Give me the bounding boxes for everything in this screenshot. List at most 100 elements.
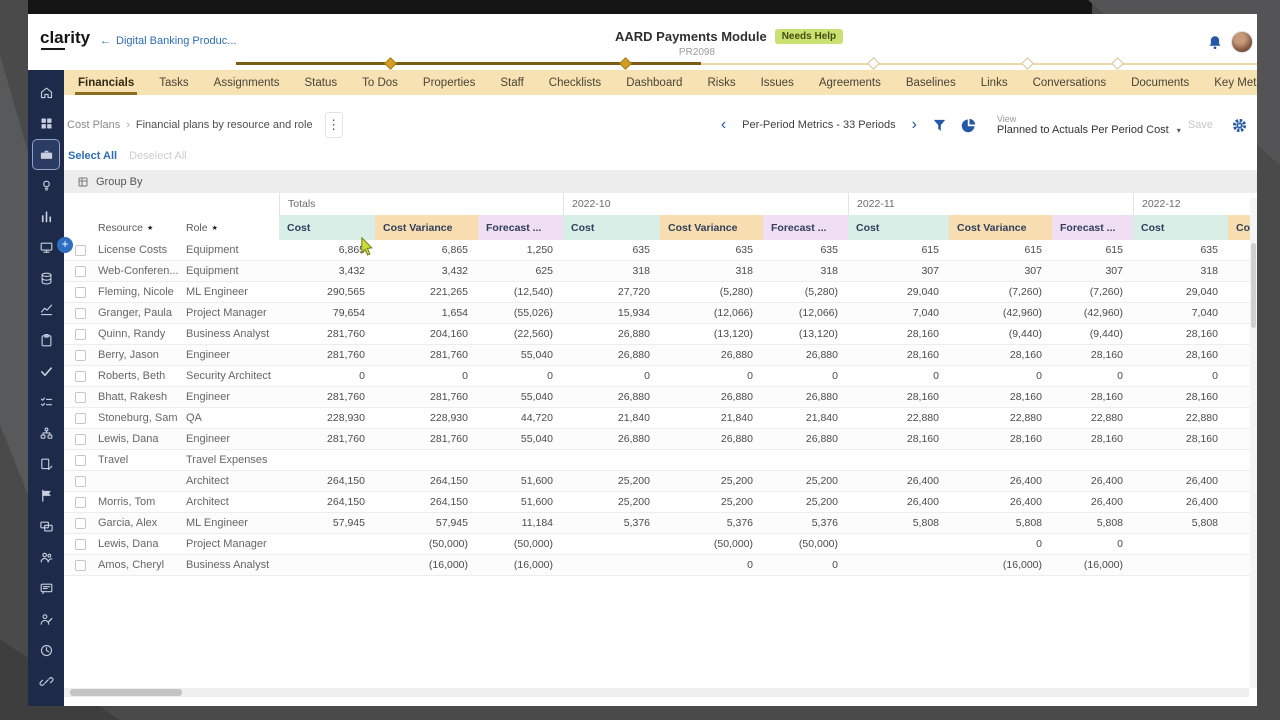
cell-value[interactable]: 5,376: [763, 513, 848, 533]
column-header-role[interactable]: Role★: [178, 215, 279, 240]
cell-value[interactable]: 307: [848, 261, 949, 281]
cell-value[interactable]: 25,200: [563, 471, 660, 491]
row-checkbox[interactable]: [75, 392, 86, 403]
clock-icon[interactable]: [32, 635, 60, 666]
cell-value[interactable]: 281,760: [375, 429, 478, 449]
row-checkbox[interactable]: [75, 476, 86, 487]
cell-value[interactable]: 264,150: [279, 492, 375, 512]
cell-value[interactable]: 264,150: [279, 471, 375, 491]
row-checkbox[interactable]: [75, 413, 86, 424]
cell-value[interactable]: 26,400: [1052, 492, 1133, 512]
cell-value[interactable]: 57,945: [375, 513, 478, 533]
trends-icon[interactable]: [32, 294, 60, 325]
reports-icon[interactable]: [32, 201, 60, 232]
cell-value[interactable]: 26,400: [949, 492, 1052, 512]
cell-value[interactable]: (50,000): [660, 534, 763, 554]
cell-value[interactable]: 0: [375, 366, 478, 386]
cell-value[interactable]: 5,808: [1133, 513, 1228, 533]
cell-value[interactable]: 615: [848, 240, 949, 260]
row-checkbox[interactable]: [75, 329, 86, 340]
cell-value[interactable]: [1133, 555, 1228, 575]
cell-value[interactable]: (55,026): [478, 303, 563, 323]
cell-value[interactable]: (16,000): [478, 555, 563, 575]
tab-key-metrics[interactable]: Key Metrics: [1214, 70, 1257, 95]
cell-value[interactable]: 28,160: [949, 387, 1052, 407]
tab-properties[interactable]: Properties: [423, 70, 475, 95]
cell-value[interactable]: 28,160: [848, 345, 949, 365]
cell-value[interactable]: 615: [1052, 240, 1133, 260]
cell-value[interactable]: 11,184: [478, 513, 563, 533]
cell-value[interactable]: 0: [1052, 534, 1133, 554]
cell-value[interactable]: [279, 450, 375, 470]
cell-value[interactable]: 318: [563, 261, 660, 281]
group-by-bar[interactable]: Group By: [64, 170, 1257, 193]
cell-value[interactable]: 281,760: [279, 429, 375, 449]
cell-value[interactable]: 5,808: [949, 513, 1052, 533]
cell-value[interactable]: 25,200: [763, 471, 848, 491]
cell-value[interactable]: (16,000): [375, 555, 478, 575]
filter-icon[interactable]: [929, 114, 951, 136]
cell-value[interactable]: 21,840: [660, 408, 763, 428]
cell-value[interactable]: 0: [763, 555, 848, 575]
cell-value[interactable]: 1,250: [478, 240, 563, 260]
cell-value[interactable]: (12,066): [660, 303, 763, 323]
cell-value[interactable]: 51,600: [478, 471, 563, 491]
vertical-scrollbar-thumb[interactable]: [1251, 243, 1256, 328]
cell-value[interactable]: (7,260): [1052, 282, 1133, 302]
row-checkbox[interactable]: [75, 287, 86, 298]
tab-baselines[interactable]: Baselines: [906, 70, 956, 95]
row-checkbox[interactable]: [75, 308, 86, 319]
cell-value[interactable]: 0: [763, 366, 848, 386]
cell-value[interactable]: 28,160: [1133, 387, 1228, 407]
cell-value[interactable]: (12,066): [763, 303, 848, 323]
cell-value[interactable]: 22,880: [1133, 408, 1228, 428]
cell-value[interactable]: 3,432: [375, 261, 478, 281]
cell-value[interactable]: [763, 450, 848, 470]
period-metrics-label[interactable]: Per-Period Metrics - 33 Periods: [738, 119, 899, 131]
column-header-forecast[interactable]: Forecast ...: [1052, 215, 1133, 240]
cell-value[interactable]: 635: [563, 240, 660, 260]
cell-value[interactable]: 26,880: [563, 429, 660, 449]
cell-value[interactable]: (13,120): [660, 324, 763, 344]
cell-value[interactable]: 26,400: [1052, 471, 1133, 491]
cell-value[interactable]: 25,200: [660, 492, 763, 512]
bell-icon[interactable]: [1206, 34, 1224, 52]
deselect-all-link[interactable]: Deselect All: [129, 150, 186, 162]
tab-assignments[interactable]: Assignments: [214, 70, 280, 95]
cell-value[interactable]: 26,880: [763, 345, 848, 365]
cell-value[interactable]: [478, 450, 563, 470]
row-checkbox[interactable]: [75, 518, 86, 529]
tab-issues[interactable]: Issues: [761, 70, 794, 95]
cell-value[interactable]: 290,565: [279, 282, 375, 302]
cell-value[interactable]: (50,000): [375, 534, 478, 554]
cell-value[interactable]: 7,040: [1133, 303, 1228, 323]
tab-conversations[interactable]: Conversations: [1033, 70, 1107, 95]
cell-value[interactable]: 26,400: [1133, 471, 1228, 491]
cell-value[interactable]: 21,840: [563, 408, 660, 428]
tab-checklists[interactable]: Checklists: [549, 70, 601, 95]
tab-dashboard[interactable]: Dashboard: [626, 70, 682, 95]
cell-value[interactable]: 0: [660, 366, 763, 386]
cell-value[interactable]: 29,040: [848, 282, 949, 302]
cell-value[interactable]: (5,280): [660, 282, 763, 302]
cell-value[interactable]: 0: [848, 366, 949, 386]
horizontal-scrollbar[interactable]: [64, 688, 1249, 697]
select-all-link[interactable]: Select All: [68, 150, 117, 162]
cell-value[interactable]: 6,865: [375, 240, 478, 260]
vertical-scrollbar[interactable]: [1250, 198, 1257, 688]
home-icon[interactable]: [32, 77, 60, 108]
cell-value[interactable]: 27,720: [563, 282, 660, 302]
cell-value[interactable]: 55,040: [478, 345, 563, 365]
tab-risks[interactable]: Risks: [707, 70, 735, 95]
cell-value[interactable]: 55,040: [478, 387, 563, 407]
cell-value[interactable]: [279, 555, 375, 575]
previous-period-button[interactable]: ‹: [716, 117, 731, 133]
column-header-resource[interactable]: Resource★: [90, 215, 178, 240]
data-icon[interactable]: [32, 263, 60, 294]
cell-value[interactable]: 44,720: [478, 408, 563, 428]
cell-value[interactable]: [279, 534, 375, 554]
cell-value[interactable]: 26,880: [563, 324, 660, 344]
cell-value[interactable]: 28,160: [1133, 345, 1228, 365]
teams-icon[interactable]: [32, 542, 60, 573]
cell-value[interactable]: [1133, 450, 1228, 470]
